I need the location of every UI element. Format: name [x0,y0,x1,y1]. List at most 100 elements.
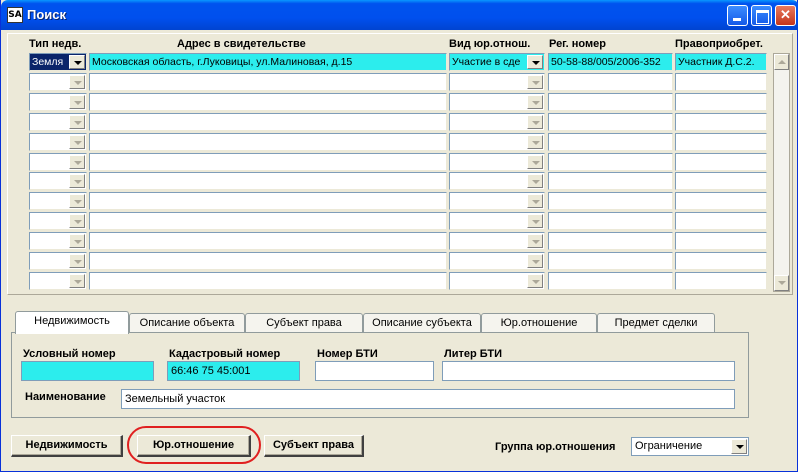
maximize-icon[interactable] [751,5,772,26]
reg-number-cell[interactable] [548,132,673,151]
table-row[interactable] [1,192,798,211]
type-cell[interactable] [29,271,87,290]
reg-number-cell[interactable] [548,92,673,111]
chevron-down-icon[interactable] [69,234,85,249]
reg-number-cell[interactable] [548,172,673,191]
relation-cell[interactable] [449,152,545,171]
tab-subject[interactable]: Субъект права [245,313,363,333]
type-cell[interactable] [29,72,87,91]
chevron-down-icon[interactable] [527,55,543,69]
table-row[interactable] [1,152,798,172]
table-row[interactable] [1,72,798,92]
chevron-down-icon[interactable] [527,154,543,169]
realty-button[interactable]: Недвижимость [11,435,123,457]
table-row[interactable] [1,112,798,132]
address-cell[interactable] [89,72,447,91]
bti-liter-field[interactable] [442,361,735,381]
reg-number-cell[interactable] [548,212,673,231]
table-row[interactable] [1,212,798,231]
acquirer-cell[interactable] [675,92,767,111]
table-row[interactable] [1,271,798,291]
relation-cell[interactable] [449,92,545,111]
chevron-down-icon[interactable] [527,214,543,229]
address-cell[interactable] [89,232,447,251]
chevron-down-icon[interactable] [69,55,85,69]
cadastral-number-field[interactable]: 66:46 75 45:001 [167,361,300,381]
chevron-down-icon[interactable] [69,254,85,268]
type-cell[interactable]: Земля [29,53,87,71]
relation-cell[interactable] [449,252,545,270]
reg-number-cell[interactable] [548,112,673,131]
scroll-up-icon[interactable] [774,54,789,70]
relation-cell[interactable] [449,172,545,191]
acquirer-cell[interactable] [675,252,767,270]
type-cell[interactable] [29,132,87,151]
type-cell[interactable] [29,192,87,211]
acquirer-cell[interactable] [675,232,767,251]
reg-number-cell[interactable] [548,72,673,91]
grid-scrollbar[interactable] [773,53,790,292]
chevron-down-icon[interactable] [69,214,85,229]
tab-object-description[interactable]: Описание объекта [129,313,245,333]
chevron-down-icon[interactable] [69,114,85,129]
relation-cell[interactable] [449,72,545,91]
chevron-down-icon[interactable] [731,439,747,454]
type-cell[interactable] [29,152,87,171]
reg-number-cell[interactable] [548,252,673,270]
name-field[interactable]: Земельный участок [121,389,735,409]
acquirer-cell[interactable] [675,152,767,171]
chevron-down-icon[interactable] [527,74,543,89]
type-cell[interactable] [29,112,87,131]
chevron-down-icon[interactable] [527,273,543,288]
address-cell[interactable] [89,172,447,191]
acquirer-cell[interactable] [675,112,767,131]
minimize-icon[interactable] [727,5,748,26]
chevron-down-icon[interactable] [527,234,543,249]
table-row[interactable] [1,92,798,112]
relation-cell[interactable] [449,112,545,131]
relation-cell[interactable] [449,271,545,290]
type-cell[interactable] [29,212,87,231]
address-cell[interactable] [89,212,447,231]
acquirer-cell[interactable] [675,72,767,91]
conditional-number-field[interactable] [21,361,154,381]
tab-deal-subject[interactable]: Предмет сделки [597,313,715,333]
legal-relation-button[interactable]: Юр.отношение [137,435,251,457]
address-cell[interactable] [89,192,447,211]
relation-cell[interactable] [449,132,545,151]
address-cell[interactable] [89,271,447,290]
type-cell[interactable] [29,172,87,191]
tab-realty[interactable]: Недвижимость [15,311,129,334]
chevron-down-icon[interactable] [69,154,85,169]
chevron-down-icon[interactable] [69,134,85,149]
reg-number-cell[interactable] [548,192,673,211]
address-cell[interactable] [89,252,447,270]
chevron-down-icon[interactable] [69,74,85,89]
table-row[interactable] [1,132,798,152]
acquirer-cell[interactable] [675,172,767,191]
tab-subject-description[interactable]: Описание субъекта [363,313,481,333]
table-row[interactable] [1,172,798,191]
relation-cell[interactable] [449,212,545,231]
relation-cell[interactable] [449,192,545,211]
chevron-down-icon[interactable] [527,174,543,189]
chevron-down-icon[interactable] [69,94,85,109]
acquirer-cell[interactable] [675,192,767,211]
chevron-down-icon[interactable] [527,194,543,209]
chevron-down-icon[interactable] [527,94,543,109]
reg-number-cell[interactable]: 50-58-88/005/2006-352 [548,53,673,71]
acquirer-cell[interactable] [675,132,767,151]
table-row[interactable] [1,232,798,251]
acquirer-cell[interactable]: Участник Д.С.2. [675,53,767,71]
chevron-down-icon[interactable] [527,114,543,129]
subject-button[interactable]: Субъект права [264,435,364,457]
relation-group-select[interactable]: Ограничение [631,437,749,456]
address-cell[interactable] [89,132,447,151]
address-cell[interactable] [89,112,447,131]
scroll-down-icon[interactable] [774,275,789,291]
type-cell[interactable] [29,232,87,251]
type-cell[interactable] [29,252,87,270]
chevron-down-icon[interactable] [69,273,85,288]
address-cell[interactable] [89,152,447,171]
chevron-down-icon[interactable] [69,174,85,189]
